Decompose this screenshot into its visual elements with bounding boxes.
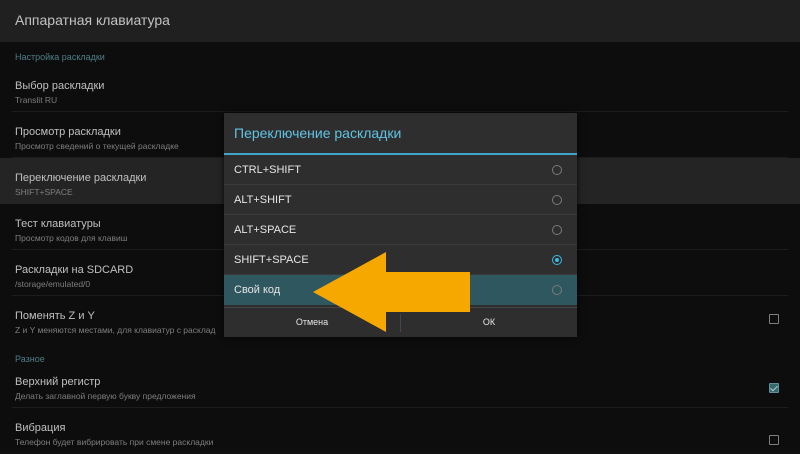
annotation-arrow-shape — [313, 252, 470, 332]
arrow-left-icon — [313, 252, 470, 332]
